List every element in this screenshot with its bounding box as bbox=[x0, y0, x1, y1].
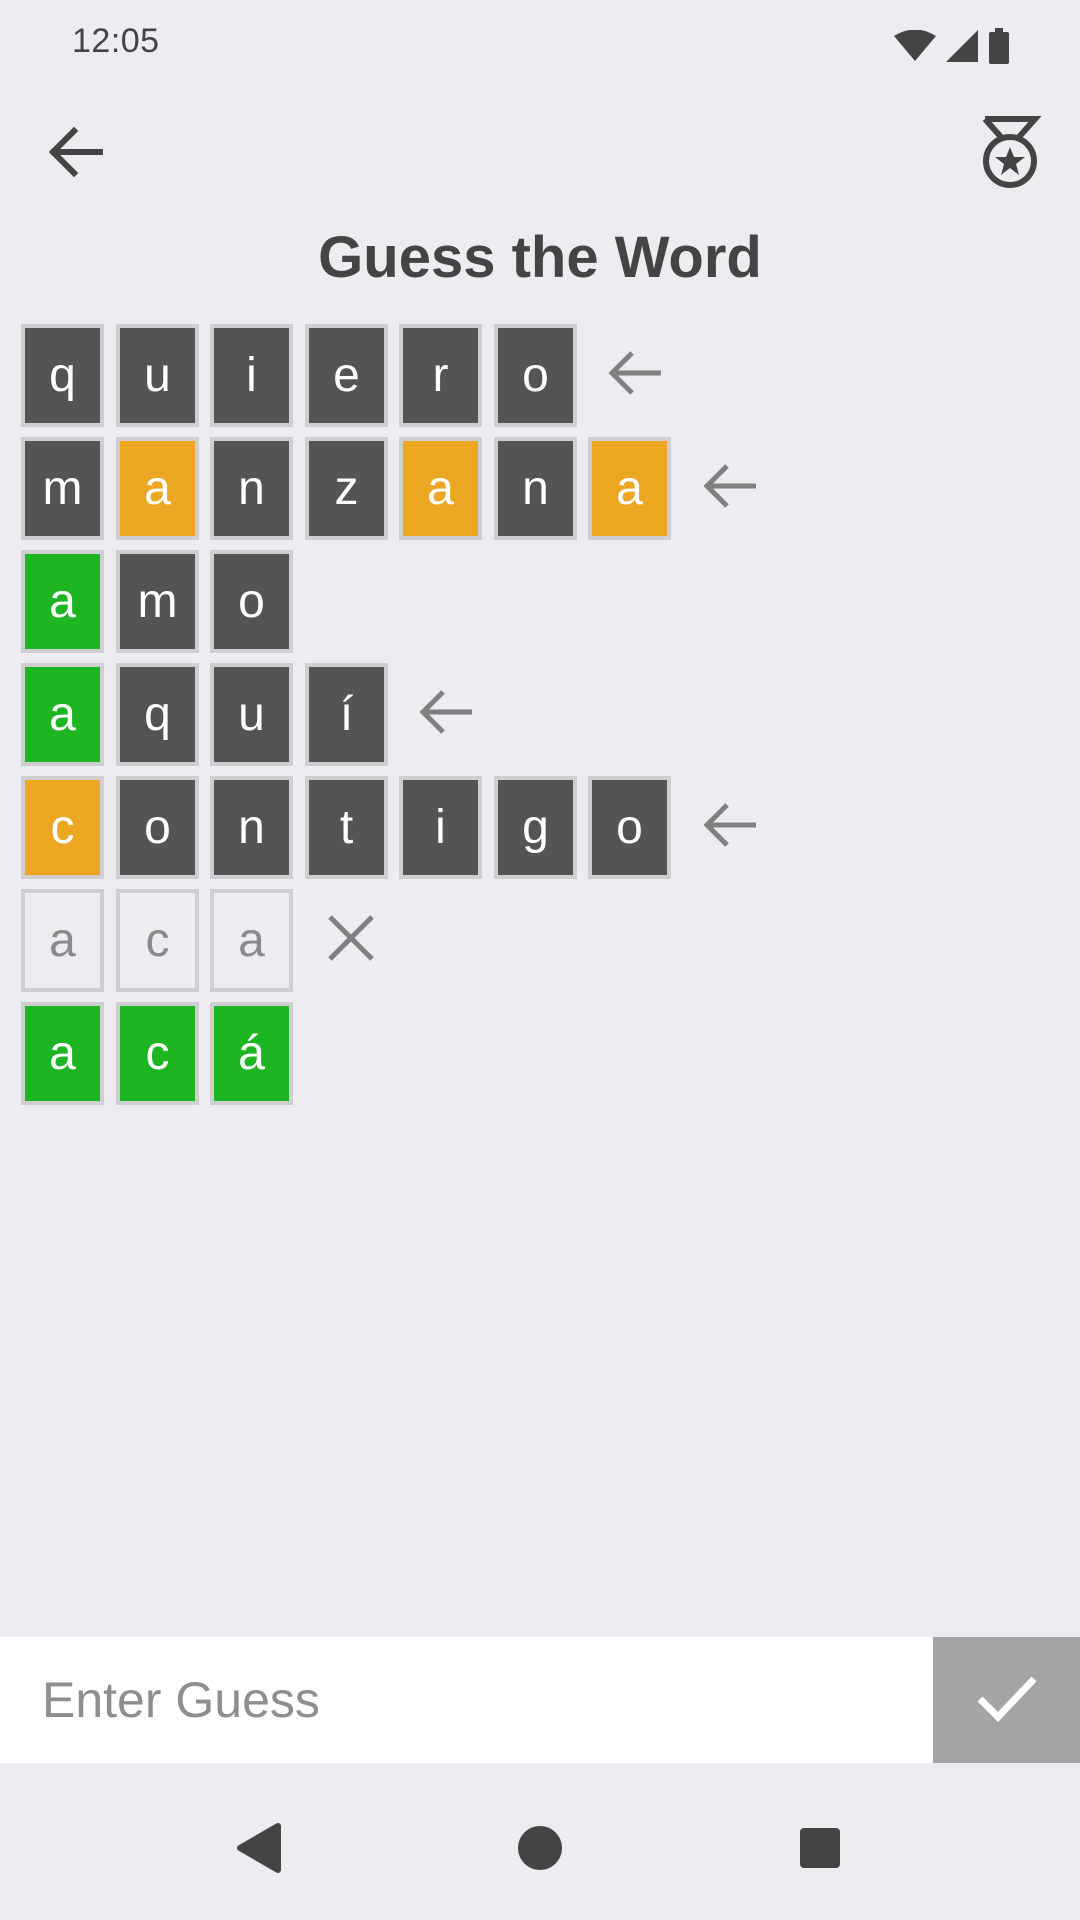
nav-recents-icon bbox=[799, 1827, 841, 1874]
select-guess-button[interactable] bbox=[594, 324, 674, 427]
arrow-left-icon bbox=[700, 800, 758, 855]
cell-signal-icon bbox=[946, 30, 978, 62]
letter-tile-absent: m bbox=[116, 550, 199, 653]
letter-tile-absent: m bbox=[21, 437, 104, 540]
letter-tile-absent: o bbox=[116, 776, 199, 879]
guess-input-bar bbox=[0, 1637, 1080, 1763]
letter-tile-absent: n bbox=[494, 437, 577, 540]
letter-tile-pending: a bbox=[210, 889, 293, 992]
back-button[interactable] bbox=[36, 114, 116, 194]
letter-tile-correct: a bbox=[21, 550, 104, 653]
select-guess-button[interactable] bbox=[405, 663, 485, 766]
letter-tile-pending: a bbox=[21, 889, 104, 992]
letter-tile-absent: q bbox=[21, 324, 104, 427]
status-icons bbox=[894, 26, 1010, 66]
select-guess-button[interactable] bbox=[689, 437, 769, 540]
achievements-button[interactable] bbox=[970, 112, 1050, 198]
close-icon bbox=[326, 913, 376, 968]
battery-icon bbox=[988, 28, 1010, 64]
letter-tile-absent: n bbox=[210, 437, 293, 540]
letter-tile-present: a bbox=[116, 437, 199, 540]
arrow-left-icon bbox=[605, 348, 663, 403]
letter-tile-absent: u bbox=[210, 663, 293, 766]
letter-tile-pending: c bbox=[116, 889, 199, 992]
letter-tile-absent: i bbox=[210, 324, 293, 427]
letter-tile-present: a bbox=[588, 437, 671, 540]
letter-tile-present: a bbox=[399, 437, 482, 540]
system-nav-bar bbox=[0, 1780, 1080, 1920]
arrow-back-icon bbox=[46, 122, 106, 187]
letter-tile-correct: a bbox=[21, 1002, 104, 1105]
letter-tile-absent: r bbox=[399, 324, 482, 427]
letter-tile-absent: í bbox=[305, 663, 388, 766]
check-icon bbox=[976, 1673, 1038, 1728]
nav-back-icon bbox=[234, 1822, 282, 1879]
letter-tile-absent: o bbox=[588, 776, 671, 879]
letter-tile-absent: o bbox=[210, 550, 293, 653]
letter-tile-absent: t bbox=[305, 776, 388, 879]
wifi-icon bbox=[894, 30, 936, 62]
letter-tile-absent: q bbox=[116, 663, 199, 766]
letter-tile-correct: a bbox=[21, 663, 104, 766]
letter-tile-absent: u bbox=[116, 324, 199, 427]
letter-tile-absent: o bbox=[494, 324, 577, 427]
arrow-left-icon bbox=[700, 461, 758, 516]
status-bar: 12:05 bbox=[0, 0, 1080, 90]
letter-tile-absent: g bbox=[494, 776, 577, 879]
letter-tile-absent: z bbox=[305, 437, 388, 540]
top-app-bar bbox=[0, 100, 1080, 210]
page-title: Guess the Word bbox=[318, 225, 762, 290]
delete-guess-button[interactable] bbox=[311, 889, 391, 992]
nav-home-icon bbox=[517, 1825, 563, 1876]
arrow-left-icon bbox=[416, 687, 474, 742]
select-guess-button[interactable] bbox=[689, 776, 769, 879]
letter-tile-present: c bbox=[21, 776, 104, 879]
letter-tile-correct: á bbox=[210, 1002, 293, 1105]
letter-tile-absent: i bbox=[399, 776, 482, 879]
guess-input[interactable] bbox=[0, 1637, 933, 1763]
letter-tile-absent: n bbox=[210, 776, 293, 879]
letter-tile-absent: e bbox=[305, 324, 388, 427]
submit-guess-button[interactable] bbox=[933, 1637, 1080, 1763]
nav-home-button[interactable] bbox=[500, 1810, 580, 1890]
status-time: 12:05 bbox=[72, 22, 160, 60]
nav-back-button[interactable] bbox=[218, 1810, 298, 1890]
nav-recents-button[interactable] bbox=[780, 1810, 860, 1890]
letter-tile-correct: c bbox=[116, 1002, 199, 1105]
medal-icon bbox=[979, 115, 1042, 196]
